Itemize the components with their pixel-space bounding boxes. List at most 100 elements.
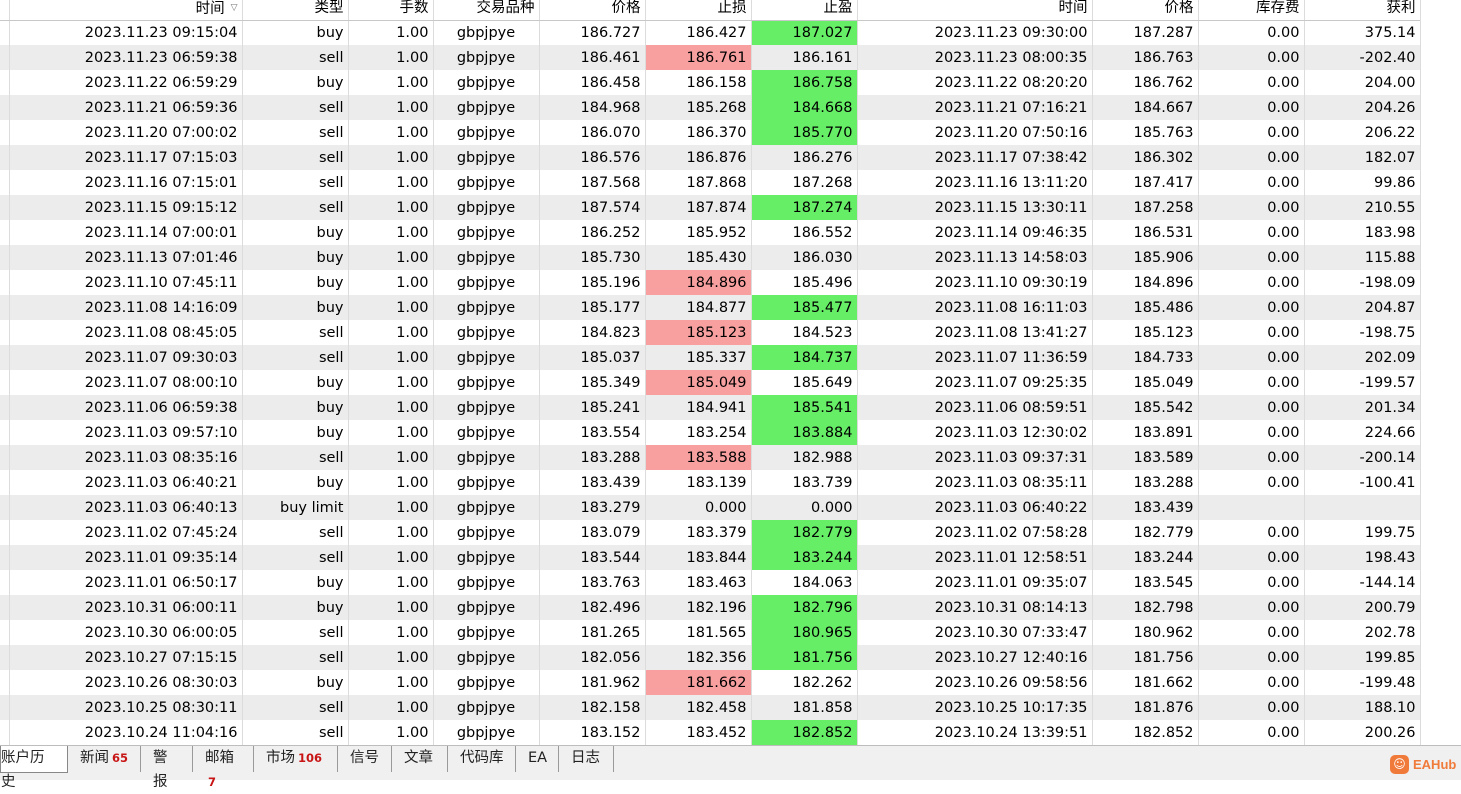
cell-profit: 99.86 — [1304, 170, 1421, 195]
cell-price: 182.496 — [539, 595, 646, 620]
tab-item-2[interactable]: 警报 — [141, 746, 193, 790]
row-gutter — [0, 20, 10, 45]
tab-item-3[interactable]: 邮箱 7 — [193, 746, 254, 789]
cell-swap: 0.00 — [1198, 595, 1305, 620]
cell-close-time: 2023.11.03 09:37:31 — [857, 445, 1093, 470]
cell-symbol: gbpjpye — [433, 670, 540, 695]
col-close-time-header[interactable]: 时间 — [857, 0, 1093, 21]
cell-sl: 185.430 — [645, 245, 752, 270]
cell-symbol: gbpjpye — [433, 595, 540, 620]
table-row[interactable]: 2023.10.25 08:30:11 sell 1.00 gbpjpye 182.15… — [0, 695, 1421, 720]
cell-tp: 180.965 — [751, 620, 858, 645]
cell-sl: 185.049 — [645, 370, 752, 395]
cell-close-price: 185.123 — [1092, 320, 1199, 345]
cell-close-time: 2023.11.03 12:30:02 — [857, 420, 1093, 445]
table-row[interactable]: 2023.11.03 06:40:21 buy 1.00 gbpjpye 183.439… — [0, 470, 1421, 495]
cell-swap: 0.00 — [1198, 545, 1305, 570]
table-row[interactable]: 2023.11.03 06:40:13 buy limit 1.00 gbpjpye 1… — [0, 495, 1421, 520]
table-row[interactable]: 2023.11.13 07:01:46 buy 1.00 gbpjpye 185.730… — [0, 245, 1421, 270]
cell-tp: 187.268 — [751, 170, 858, 195]
cell-tp: 184.737 — [751, 345, 858, 370]
cell-symbol: gbpjpye — [433, 620, 540, 645]
cell-open-time: 2023.11.03 06:40:21 — [9, 470, 243, 495]
table-row[interactable]: 2023.11.03 09:57:10 buy 1.00 gbpjpye 183.554… — [0, 420, 1421, 445]
table-row[interactable]: 2023.11.15 09:15:12 sell 1.00 gbpjpye 187.57… — [0, 195, 1421, 220]
cell-close-price: 181.662 — [1092, 670, 1199, 695]
cell-type: sell — [242, 45, 349, 70]
table-row[interactable]: 2023.11.20 07:00:02 sell 1.00 gbpjpye 186.07… — [0, 120, 1421, 145]
col-profit-header[interactable]: 获利 — [1304, 0, 1421, 21]
table-row[interactable]: 2023.11.16 07:15:01 sell 1.00 gbpjpye 187.56… — [0, 170, 1421, 195]
cell-close-time: 2023.10.26 09:58:56 — [857, 670, 1093, 695]
cell-type: sell — [242, 520, 349, 545]
table-row[interactable]: 2023.10.24 11:04:16 sell 1.00 gbpjpye 183.15… — [0, 720, 1421, 745]
table-row[interactable]: 2023.11.07 09:30:03 sell 1.00 gbpjpye 185.03… — [0, 345, 1421, 370]
cell-sl: 183.463 — [645, 570, 752, 595]
cell-profit: 199.75 — [1304, 520, 1421, 545]
cell-symbol: gbpjpye — [433, 470, 540, 495]
row-gutter — [0, 370, 10, 395]
col-close-price-header[interactable]: 价格 — [1092, 0, 1199, 21]
brand-label: EAHub — [1413, 756, 1457, 772]
col-open-time-header[interactable]: 时间 ▽ — [9, 0, 243, 21]
eahub-logo-icon: ☺ — [1390, 754, 1409, 774]
table-row[interactable]: 2023.10.30 06:00:05 sell 1.00 gbpjpye 181.26… — [0, 620, 1421, 645]
cell-profit: 204.26 — [1304, 95, 1421, 120]
cell-lots: 1.00 — [348, 295, 434, 320]
tab-item-6[interactable]: 文章 — [392, 746, 448, 772]
cell-tp: 186.758 — [751, 70, 858, 95]
cell-symbol: gbpjpye — [433, 120, 540, 145]
tab-item-9[interactable]: 日志 — [559, 746, 614, 772]
cell-price: 185.730 — [539, 245, 646, 270]
brand-logo: ☺ EAHub — [1390, 754, 1456, 774]
cell-lots: 1.00 — [348, 145, 434, 170]
tab-ea[interactable]: EA — [516, 746, 559, 772]
cell-price: 182.158 — [539, 695, 646, 720]
tab-item-7[interactable]: 代码库 — [448, 746, 516, 772]
cell-lots: 1.00 — [348, 95, 434, 120]
tab-account-history[interactable]: 账户历史 — [0, 746, 68, 790]
table-row[interactable]: 2023.11.23 09:15:04 buy 1.00 gbpjpye 186.727… — [0, 20, 1421, 45]
cell-profit: 200.26 — [1304, 720, 1421, 745]
table-row[interactable]: 2023.11.08 14:16:09 buy 1.00 gbpjpye 185.177… — [0, 295, 1421, 320]
col-symbol-header[interactable]: 交易品种 — [433, 0, 540, 21]
col-tp-header[interactable]: 止盈 — [751, 0, 858, 21]
table-row[interactable]: 2023.11.10 07:45:11 buy 1.00 gbpjpye 185.196… — [0, 270, 1421, 295]
col-swap-header[interactable]: 库存费 — [1198, 0, 1305, 21]
table-row[interactable]: 2023.11.14 07:00:01 buy 1.00 gbpjpye 186.252… — [0, 220, 1421, 245]
cell-sl: 187.874 — [645, 195, 752, 220]
cell-symbol: gbpjpye — [433, 170, 540, 195]
cell-close-time: 2023.11.10 09:30:19 — [857, 270, 1093, 295]
tab-item-5[interactable]: 信号 — [338, 746, 392, 772]
cell-close-time: 2023.11.23 08:00:35 — [857, 45, 1093, 70]
tab-badge: 106 — [298, 751, 323, 765]
row-gutter — [0, 645, 10, 670]
col-sl-header[interactable]: 止损 — [645, 0, 752, 21]
cell-close-time: 2023.11.08 13:41:27 — [857, 320, 1093, 345]
table-row[interactable]: 2023.11.08 08:45:05 sell 1.00 gbpjpye 184.82… — [0, 320, 1421, 345]
table-row[interactable]: 2023.11.23 06:59:38 sell 1.00 gbpjpye 186.46… — [0, 45, 1421, 70]
cell-lots: 1.00 — [348, 720, 434, 745]
cell-tp: 183.244 — [751, 545, 858, 570]
row-gutter — [0, 220, 10, 245]
cell-price: 181.962 — [539, 670, 646, 695]
col-lots-header[interactable]: 手数 — [348, 0, 434, 21]
table-row[interactable]: 2023.10.31 06:00:11 buy 1.00 gbpjpye 182.496… — [0, 595, 1421, 620]
table-row[interactable]: 2023.11.07 08:00:10 buy 1.00 gbpjpye 185.349… — [0, 370, 1421, 395]
table-row[interactable]: 2023.11.01 09:35:14 sell 1.00 gbpjpye 183.54… — [0, 545, 1421, 570]
table-row[interactable]: 2023.11.22 06:59:29 buy 1.00 gbpjpye 186.458… — [0, 70, 1421, 95]
table-row[interactable]: 2023.11.03 08:35:16 sell 1.00 gbpjpye 183.28… — [0, 445, 1421, 470]
col-type-header[interactable]: 类型 — [242, 0, 349, 21]
table-row[interactable]: 2023.11.01 06:50:17 buy 1.00 gbpjpye 183.763… — [0, 570, 1421, 595]
tab-item-4[interactable]: 市场 106 — [254, 746, 338, 772]
col-price-header[interactable]: 价格 — [539, 0, 646, 21]
tab-item-1[interactable]: 新闻 65 — [68, 746, 141, 772]
table-row[interactable]: 2023.11.21 06:59:36 sell 1.00 gbpjpye 184.96… — [0, 95, 1421, 120]
table-row[interactable]: 2023.10.27 07:15:15 sell 1.00 gbpjpye 182.05… — [0, 645, 1421, 670]
row-gutter — [0, 95, 10, 120]
table-row[interactable]: 2023.11.17 07:15:03 sell 1.00 gbpjpye 186.57… — [0, 145, 1421, 170]
cell-profit: 202.09 — [1304, 345, 1421, 370]
table-row[interactable]: 2023.10.26 08:30:03 buy 1.00 gbpjpye 181.962… — [0, 670, 1421, 695]
table-row[interactable]: 2023.11.06 06:59:38 buy 1.00 gbpjpye 185.241… — [0, 395, 1421, 420]
table-row[interactable]: 2023.11.02 07:45:24 sell 1.00 gbpjpye 183.07… — [0, 520, 1421, 545]
